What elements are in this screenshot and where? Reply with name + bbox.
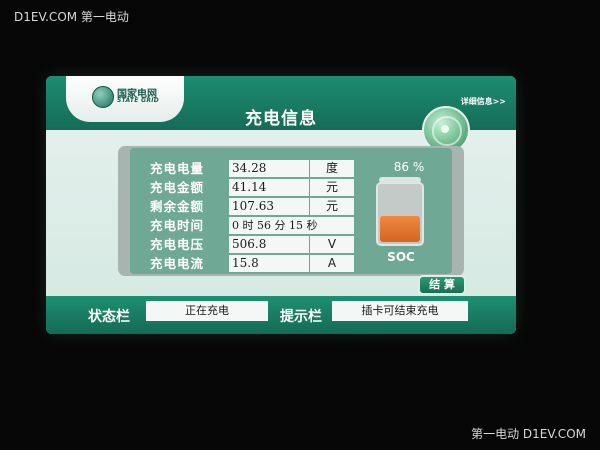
status-label: 状态栏	[88, 309, 130, 325]
label-voltage: 充电电压	[150, 237, 205, 252]
soc-label: SOC	[387, 250, 415, 264]
label-amount: 充电金额	[150, 180, 205, 195]
unit-amount: 元	[310, 179, 354, 196]
info-panel-inner: 充电电量 34.28 度 充电金额 41.14 元 剩余金额 107.63 元 …	[130, 148, 452, 274]
label-time: 充电时间	[150, 218, 205, 233]
info-panel: 充电电量 34.28 度 充电金额 41.14 元 剩余金额 107.63 元 …	[118, 146, 464, 276]
settle-button[interactable]: 结 算	[418, 275, 466, 295]
label-energy: 充电电量	[150, 161, 205, 176]
label-balance: 剩余金额	[150, 199, 205, 214]
unit-balance: 元	[310, 198, 354, 215]
value-current: 15.8	[229, 255, 309, 272]
unit-energy: 度	[310, 160, 354, 177]
value-voltage: 506.8	[229, 236, 309, 253]
value-balance: 107.63	[229, 198, 309, 215]
hint-field: 插卡可结束充电	[332, 301, 468, 321]
value-energy: 34.28	[229, 160, 309, 177]
status-bar: 状态栏 正在充电 提示栏 插卡可结束充电	[46, 296, 516, 334]
watermark-top-left: D1EV.COM 第一电动	[14, 10, 129, 24]
unit-voltage: V	[310, 236, 354, 253]
charging-screen: 国家电网 STATE GRID 充电信息 详细信息>> 充电电量 34.28 度…	[46, 76, 516, 334]
hint-label: 提示栏	[280, 309, 322, 325]
value-amount: 41.14	[229, 179, 309, 196]
logo-text-en: STATE GRID	[117, 97, 160, 104]
label-current: 充电电流	[150, 256, 205, 271]
value-time: 0 时 56 分 15 秒	[229, 217, 354, 234]
details-link[interactable]: 详细信息>>	[461, 96, 506, 107]
battery-icon	[376, 182, 424, 246]
watermark-bottom-right: 第一电动 D1EV.COM	[471, 427, 586, 441]
battery-percent: 86 %	[393, 160, 425, 174]
unit-current: A	[310, 255, 354, 272]
battery-level-fill	[380, 215, 420, 242]
status-field: 正在充电	[146, 301, 268, 321]
